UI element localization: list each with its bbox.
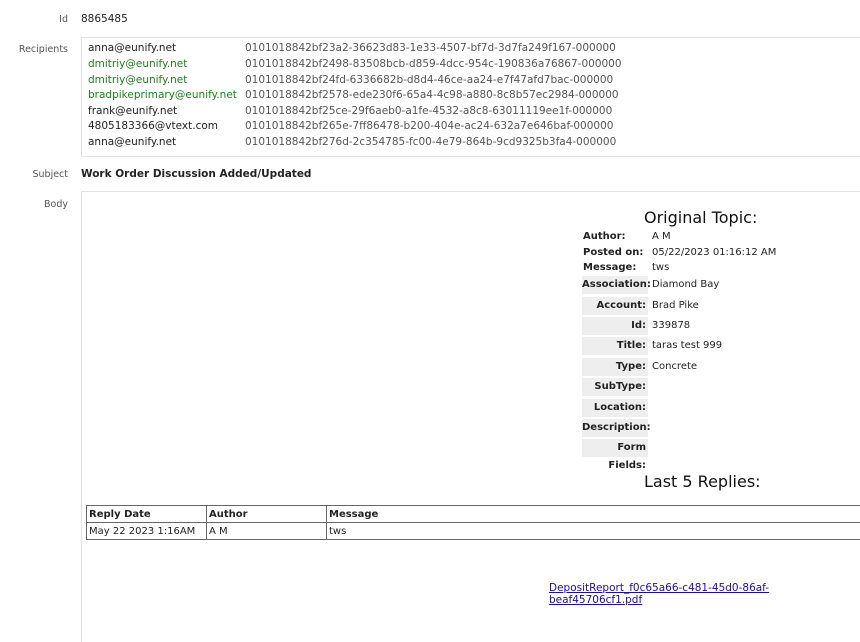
id-label: Id [0, 14, 68, 25]
replies-header-row: Reply Date Author Message [87, 506, 860, 523]
recipient-message-id: 0101018842bf265e-7ff86478-b200-404e-ac24… [245, 120, 613, 132]
id-detail-label: Id: [582, 317, 648, 335]
recipients-list: anna@eunify.net0101018842bf23a2-36623d83… [81, 37, 860, 157]
description-label: Description: [582, 419, 648, 437]
recipient-row: anna@eunify.net0101018842bf276d-2c354785… [88, 136, 616, 151]
subject-label: Subject [0, 169, 68, 180]
attachment-link[interactable]: DepositReport_f0c65a66-c481-45d0-86af-be… [549, 582, 860, 606]
email-body [81, 191, 860, 642]
association-label: Association: [582, 276, 648, 294]
reply-author-cell: A M [207, 523, 327, 540]
recipient-email: dmitriy@eunify.net [88, 58, 245, 70]
reply-message-cell: tws [327, 523, 860, 540]
title-value: taras test 999 [652, 337, 722, 355]
recipient-row: bradpikeprimary@eunify.net0101018842bf25… [88, 89, 619, 104]
title-label: Title: [582, 337, 648, 355]
association-value: Diamond Bay [652, 276, 719, 294]
id-value: 8865485 [81, 13, 128, 25]
recipient-row: anna@eunify.net0101018842bf23a2-36623d83… [88, 42, 616, 57]
id-detail-value: 339878 [652, 317, 690, 335]
recipient-row: dmitriy@eunify.net0101018842bf24fd-63366… [88, 74, 613, 89]
posted-on-value: 05/22/2023 01:16:12 AM [652, 247, 776, 258]
recipient-message-id: 0101018842bf24fd-6336682b-d8d4-46ce-aa24… [245, 74, 613, 86]
recipient-message-id: 0101018842bf276d-2c354785-fc00-4e79-864b… [245, 136, 616, 148]
recipient-email: anna@eunify.net [88, 136, 245, 148]
recipient-email: bradpikeprimary@eunify.net [88, 89, 245, 101]
recipient-row: frank@eunify.net0101018842bf25ce-29f6aeb… [88, 105, 612, 120]
recipient-email: 4805183366@vtext.com [88, 120, 245, 132]
recipients-label: Recipients [0, 44, 68, 55]
message-label: Message: [583, 262, 636, 273]
recipient-row: 4805183366@vtext.com0101018842bf265e-7ff… [88, 120, 613, 135]
reply-date-header: Reply Date [87, 506, 207, 523]
subject-value: Work Order Discussion Added/Updated [81, 168, 311, 180]
recipient-email: dmitriy@eunify.net [88, 74, 245, 86]
location-label: Location: [582, 399, 648, 417]
body-label: Body [0, 199, 68, 210]
author-value: A M [652, 231, 671, 242]
author-header: Author [207, 506, 327, 523]
subtype-label: SubType: [582, 378, 648, 396]
message-value: tws [652, 262, 669, 273]
recipient-row: dmitriy@eunify.net0101018842bf2498-83508… [88, 58, 622, 73]
replies-table: Reply Date Author Message May 22 2023 1:… [86, 505, 860, 540]
type-label: Type: [582, 358, 648, 376]
recipient-message-id: 0101018842bf2498-83508bcb-d859-4dcc-954c… [245, 58, 622, 70]
posted-on-label: Posted on: [583, 247, 643, 258]
form-fields-label: Form Fields: [582, 439, 648, 457]
recipient-email: anna@eunify.net [88, 42, 245, 54]
reply-date-cell: May 22 2023 1:16AM [87, 523, 207, 540]
message-header: Message [327, 506, 860, 523]
table-row: May 22 2023 1:16AM A M tws [87, 523, 860, 540]
recipient-message-id: 0101018842bf2578-ede230f6-65a4-4c98-a880… [245, 89, 619, 101]
recipient-message-id: 0101018842bf25ce-29f6aeb0-a1fe-4532-a8c8… [245, 105, 612, 117]
author-label: Author: [583, 231, 626, 242]
recipient-message-id: 0101018842bf23a2-36623d83-1e33-4507-bf7d… [245, 42, 616, 54]
type-value: Concrete [652, 358, 697, 376]
recipient-email: frank@eunify.net [88, 105, 245, 117]
last-replies-heading: Last 5 Replies: [644, 472, 761, 491]
original-topic-heading: Original Topic: [644, 208, 757, 227]
account-label: Account: [582, 297, 648, 315]
account-value: Brad Pike [652, 297, 699, 315]
